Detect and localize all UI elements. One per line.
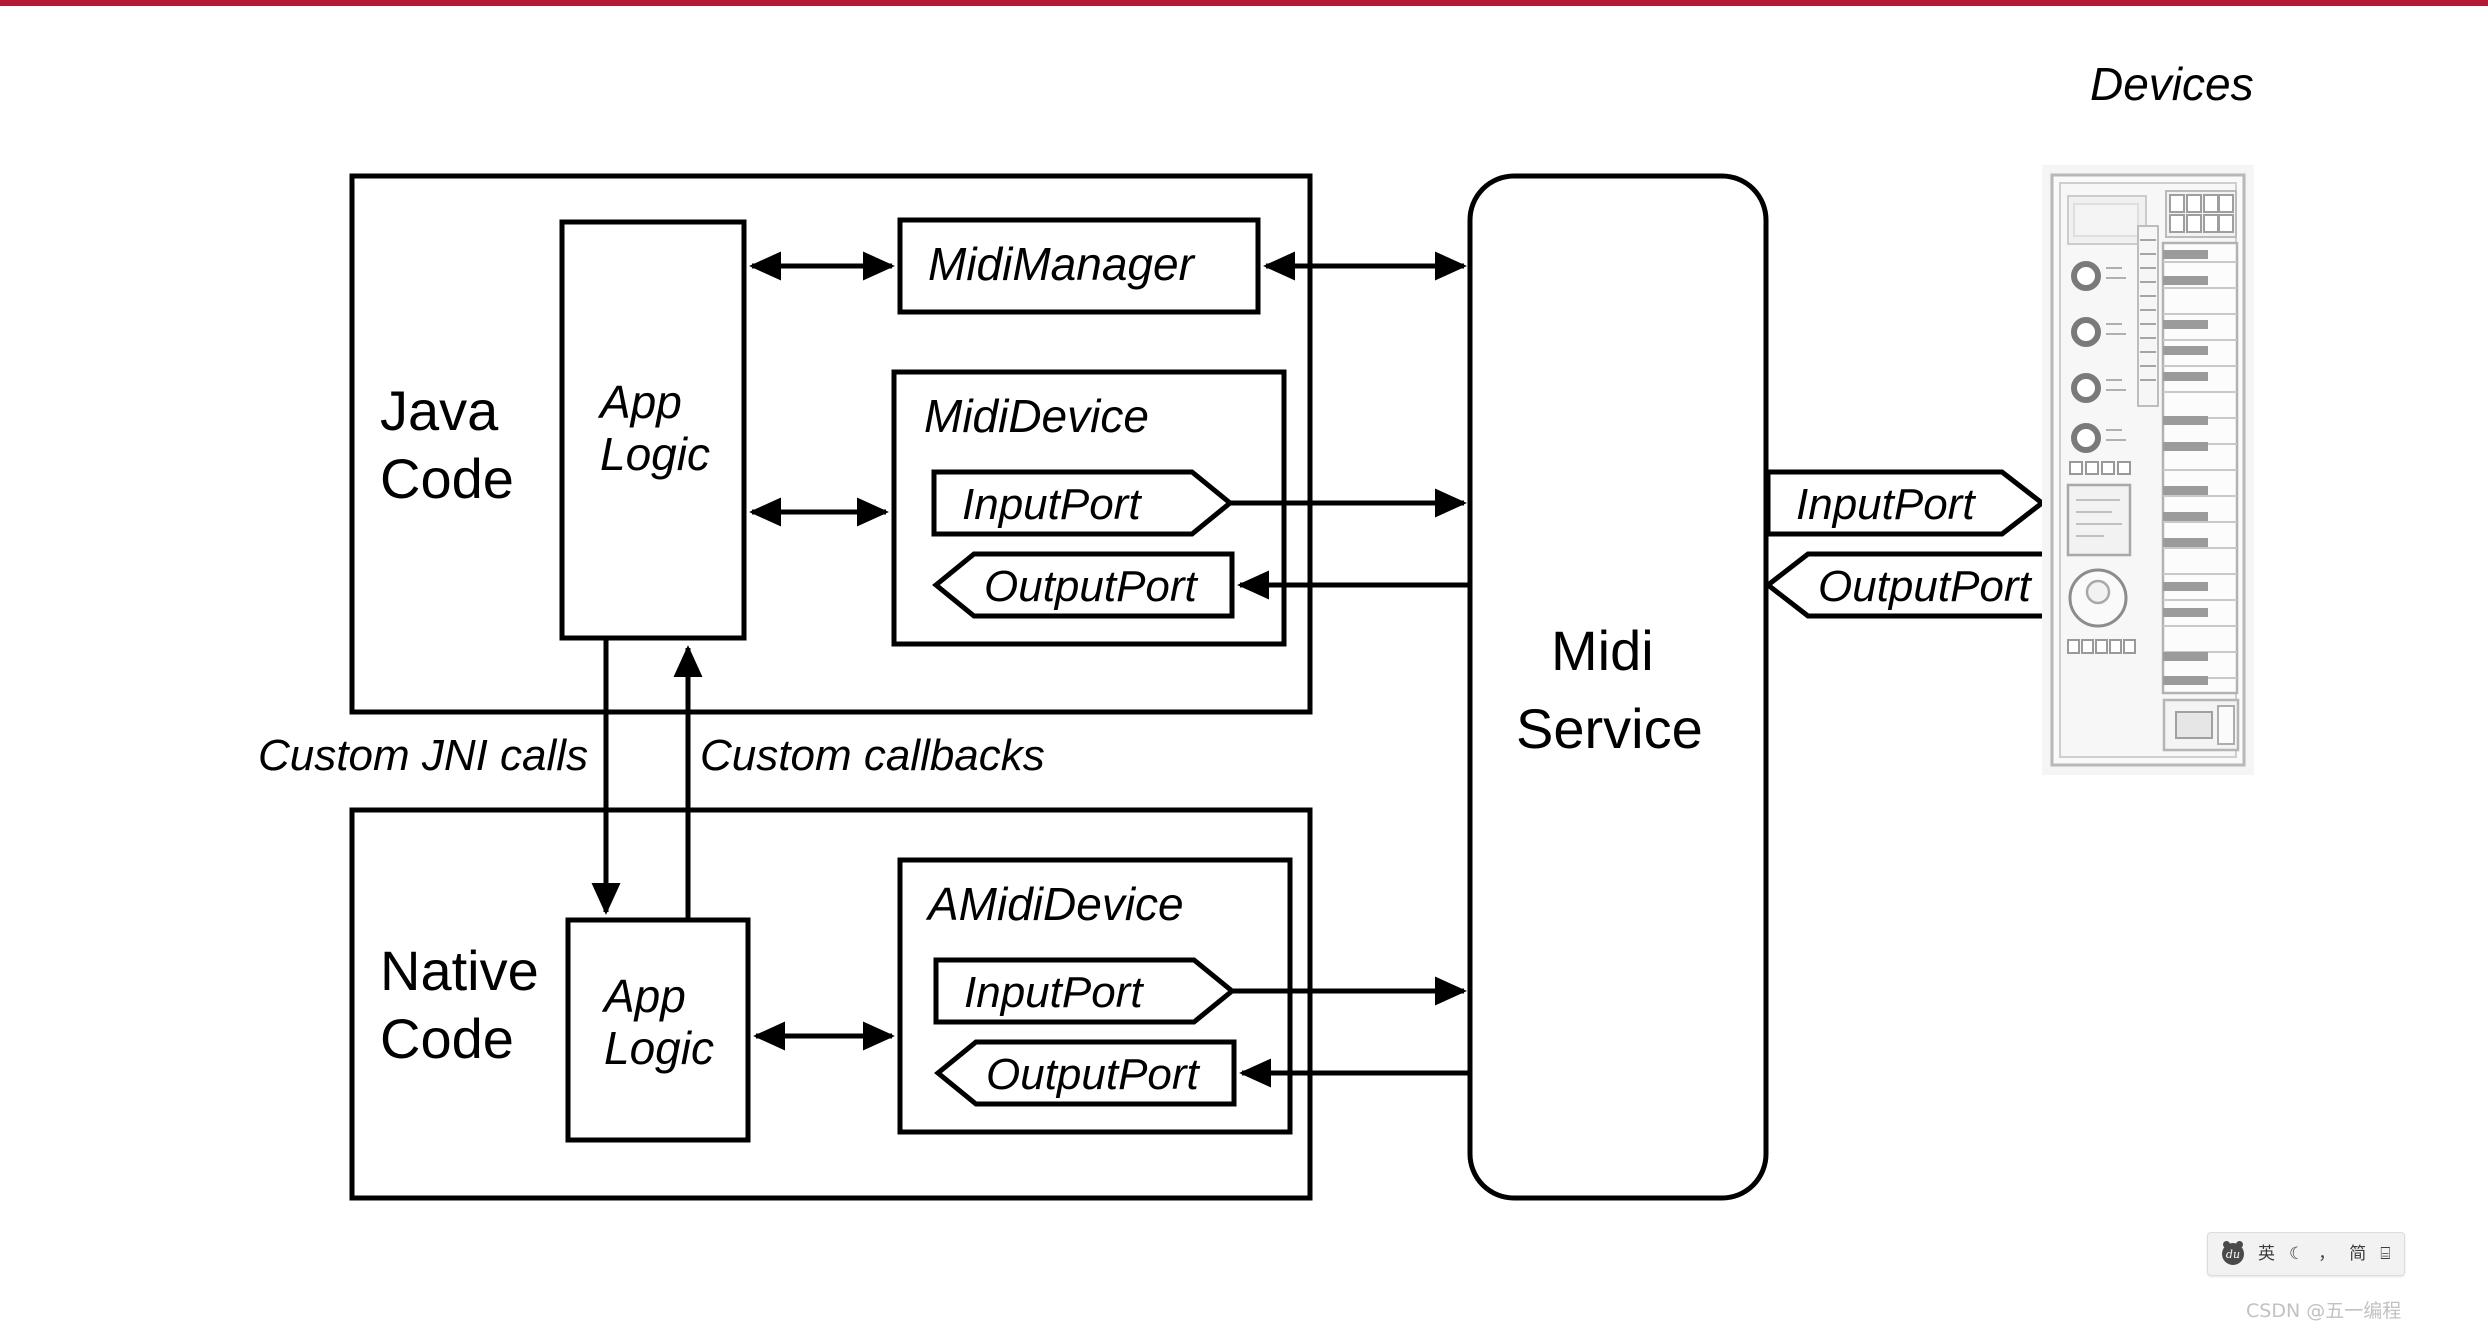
midi-service-box <box>1467 173 1769 1201</box>
csdn-watermark: CSDN @五一编程 <box>2246 1300 2402 1322</box>
java-code-label-line1: Java <box>380 379 499 442</box>
native-app-logic-line1: App <box>601 970 686 1022</box>
native-code-label-line2: Code <box>380 1007 514 1070</box>
custom-jni-calls-label: Custom JNI calls <box>258 731 588 780</box>
ime-script-mode-button[interactable]: 简 <box>2349 1245 2366 1263</box>
device-input-port-label: InputPort <box>1796 480 1976 529</box>
ime-language-mode-button[interactable]: 英 <box>2258 1245 2275 1263</box>
midi-keyboard-device-image <box>2042 165 2254 775</box>
device-output-port-label: OutputPort <box>1818 562 2033 611</box>
midi-device-label: MidiDevice <box>924 390 1149 442</box>
midi-service-line2: Service <box>1516 697 1703 760</box>
midi-architecture-diagram: Java Code App Logic MidiManager MidiDevi… <box>258 58 2254 1201</box>
devices-title: Devices <box>2090 58 2254 110</box>
moon-icon[interactable]: ☾ <box>2289 1245 2304 1263</box>
baidu-ime-logo-icon[interactable]: du <box>2222 1241 2244 1265</box>
ime-punctuation-button[interactable]: ， <box>2318 1245 2335 1263</box>
keyboard-grid-icon[interactable]: ⌸ <box>2380 1245 2390 1263</box>
ime-toolbar[interactable]: du 英 ☾ ， 简 ⌸ <box>2207 1232 2406 1276</box>
amidi-device-label: AMidiDevice <box>925 878 1184 930</box>
midi-manager-label: MidiManager <box>928 238 1196 290</box>
custom-callbacks-label: Custom callbacks <box>700 731 1045 780</box>
native-output-port-label: OutputPort <box>986 1050 1201 1099</box>
java-input-port-label: InputPort <box>962 480 1142 529</box>
native-app-logic-line2: Logic <box>604 1022 714 1074</box>
java-code-label-line2: Code <box>380 447 514 510</box>
java-output-port-label: OutputPort <box>984 562 1199 611</box>
java-app-logic-line2: Logic <box>600 428 710 480</box>
midi-service-line1: Midi <box>1551 619 1654 682</box>
java-app-logic-line1: App <box>597 376 682 428</box>
native-input-port-label: InputPort <box>964 968 1144 1017</box>
native-code-label-line1: Native <box>380 939 539 1002</box>
